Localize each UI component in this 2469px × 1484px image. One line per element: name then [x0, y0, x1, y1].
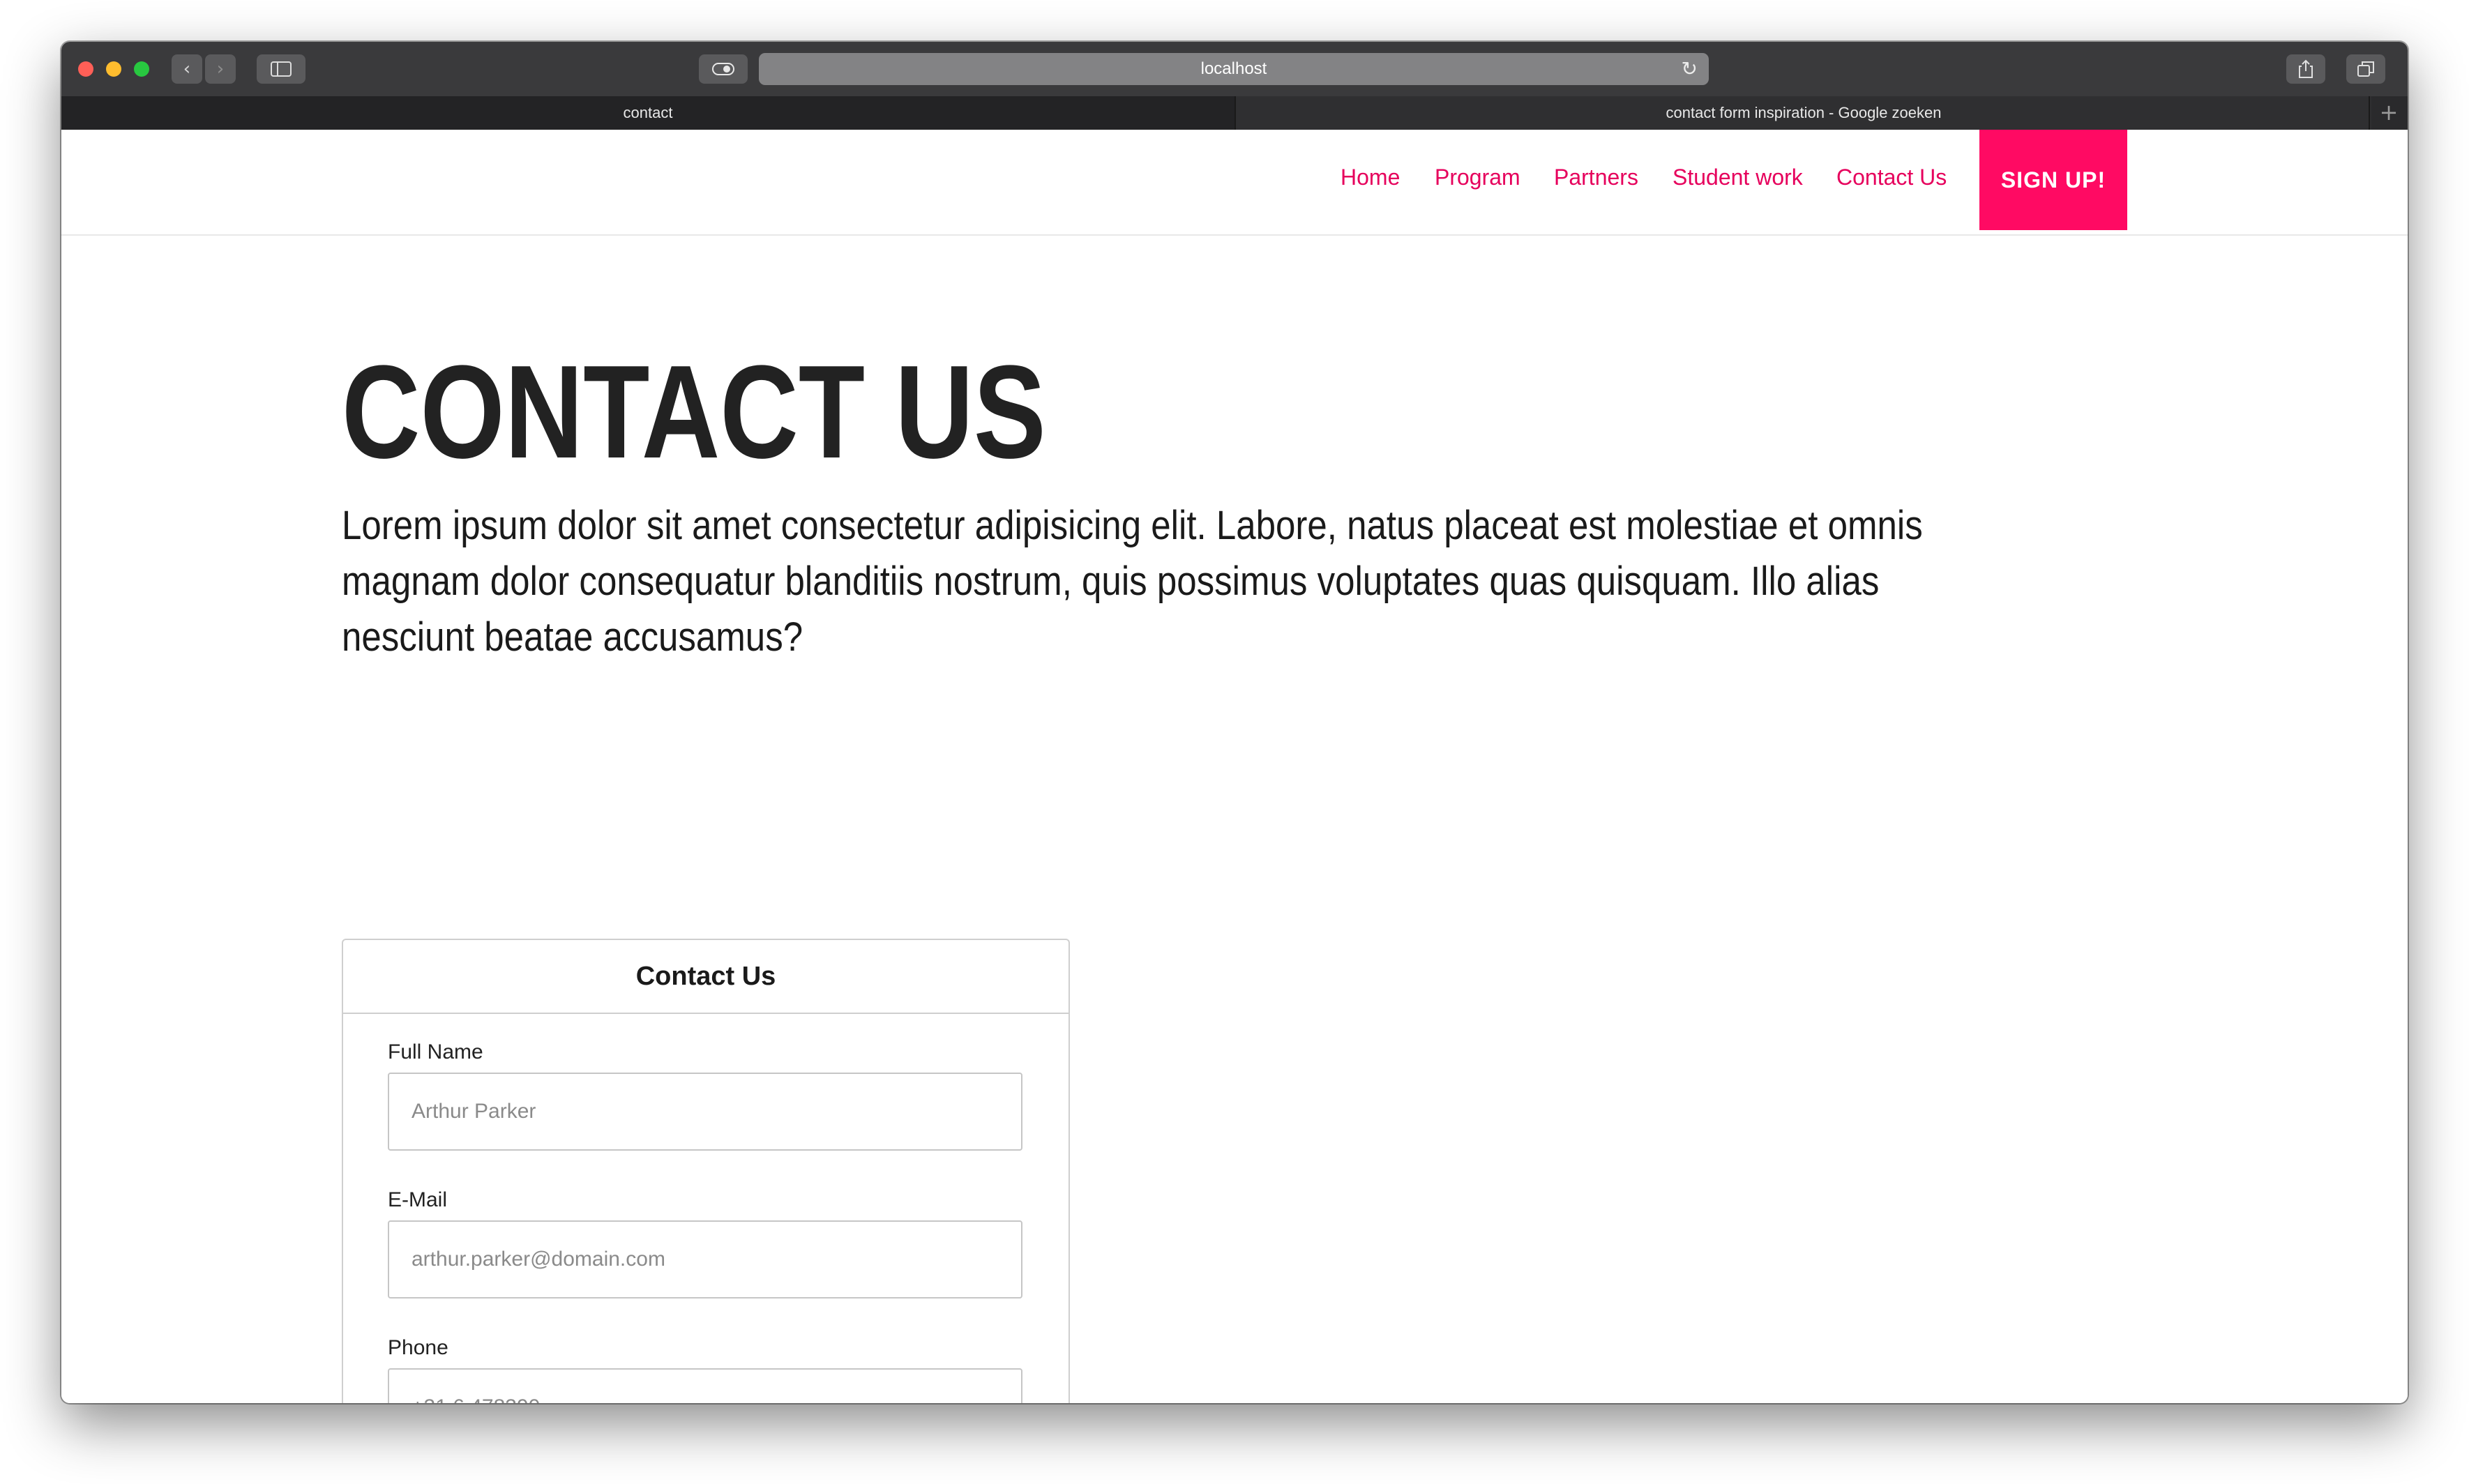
- minimize-window-button[interactable]: [106, 61, 121, 77]
- chevron-left-icon: ‹: [183, 59, 191, 80]
- full-name-label: Full Name: [388, 1040, 483, 1063]
- nav-link-student-work[interactable]: Student work: [1673, 163, 1803, 191]
- signup-button[interactable]: SIGN UP!: [1979, 130, 2127, 230]
- toggle-icon: [712, 63, 734, 75]
- tabs-icon: [2357, 61, 2374, 77]
- email-label: E-Mail: [388, 1188, 448, 1211]
- back-button[interactable]: ‹: [172, 54, 202, 84]
- share-button[interactable]: [2286, 54, 2325, 84]
- page-content: Home Program Partners Student work Conta…: [61, 130, 2408, 1403]
- tab-google-search[interactable]: contact form inspiration - Google zoeken: [1234, 96, 2371, 130]
- close-window-button[interactable]: [78, 61, 93, 77]
- share-icon: [2299, 59, 2313, 78]
- nav-link-partners[interactable]: Partners: [1554, 163, 1638, 191]
- site-navbar: Home Program Partners Student work Conta…: [61, 130, 2408, 236]
- sidebar-icon: [271, 61, 292, 77]
- chevron-right-icon: ›: [216, 59, 225, 80]
- zoom-window-button[interactable]: [134, 61, 149, 77]
- nav-link-program[interactable]: Program: [1435, 163, 1520, 191]
- page-title: CONTACT US: [342, 338, 1046, 486]
- tab-label: contact: [623, 104, 673, 121]
- forward-button[interactable]: ›: [205, 54, 236, 84]
- nav-link-home[interactable]: Home: [1341, 163, 1400, 191]
- browser-titlebar: ‹ › localhost ↻: [61, 42, 2408, 98]
- phone-label: Phone: [388, 1336, 448, 1359]
- contact-form-title: Contact Us: [343, 940, 1069, 1014]
- plus-icon: +: [2379, 99, 2399, 126]
- tab-contact[interactable]: contact: [61, 96, 1234, 130]
- tab-overview-button[interactable]: [2346, 54, 2385, 84]
- contact-form-card: Contact Us Full Name E-Mail Phone: [342, 939, 1070, 1403]
- nav-link-contact-us[interactable]: Contact Us: [1836, 163, 1947, 191]
- sidebar-toggle-button[interactable]: [257, 54, 305, 84]
- full-name-input[interactable]: [388, 1073, 1022, 1151]
- email-input[interactable]: [388, 1220, 1022, 1298]
- browser-window: ‹ › localhost ↻ contact contact form ins…: [61, 42, 2408, 1403]
- address-text: localhost: [1200, 59, 1267, 78]
- reader-toggle-button[interactable]: [699, 54, 748, 84]
- reload-icon[interactable]: ↻: [1682, 53, 1698, 85]
- browser-tabbar: contact contact form inspiration - Googl…: [61, 96, 2408, 130]
- tab-label: contact form inspiration - Google zoeken: [1666, 104, 1942, 121]
- phone-input[interactable]: [388, 1368, 1022, 1403]
- new-tab-button[interactable]: +: [2369, 96, 2408, 130]
- address-bar[interactable]: localhost ↻: [759, 53, 1709, 85]
- intro-paragraph: Lorem ipsum dolor sit amet consectetur a…: [342, 503, 1923, 660]
